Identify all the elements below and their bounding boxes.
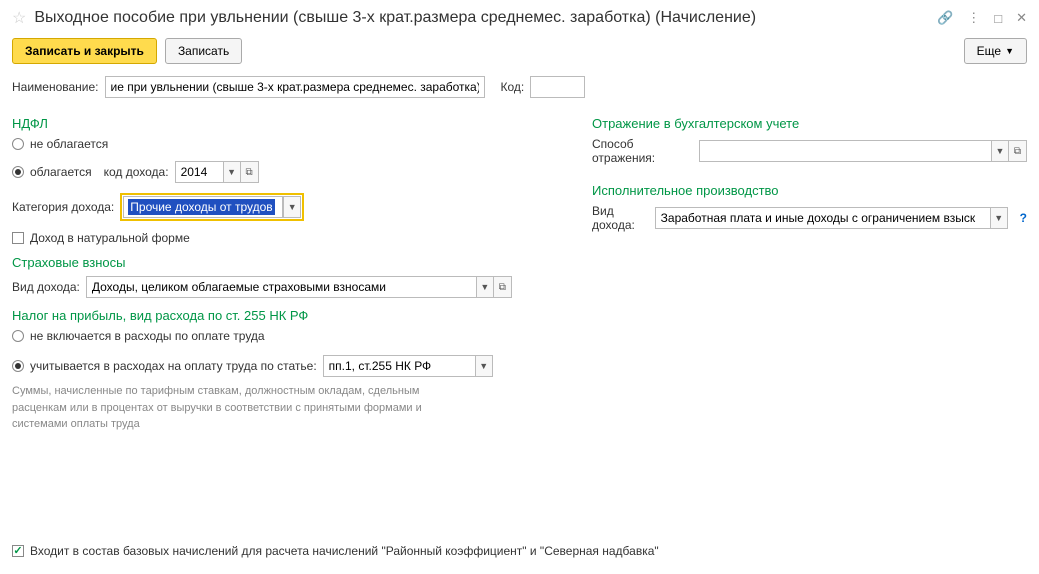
- more-label: Еще: [977, 44, 1001, 58]
- profit-excluded-label: не включается в расходы по оплате труда: [30, 329, 265, 343]
- accounting-method-dropdown[interactable]: ▼: [991, 140, 1009, 162]
- income-code-label: код дохода:: [104, 165, 169, 179]
- favorite-star-icon[interactable]: ☆: [12, 8, 26, 28]
- ndfl-tax-label: облагается: [30, 165, 92, 179]
- enforcement-type-input[interactable]: [655, 207, 990, 229]
- enforcement-type-dropdown[interactable]: ▼: [990, 207, 1008, 229]
- profit-included-row[interactable]: учитывается в расходах на оплату труда п…: [12, 355, 552, 377]
- insurance-type-input[interactable]: [86, 276, 476, 298]
- category-row: Категория дохода: Прочие доходы от трудо…: [12, 193, 552, 221]
- income-code-combo: ▼ ⧉: [175, 161, 259, 183]
- code-label: Код:: [501, 80, 525, 94]
- enforcement-type-combo: ▼: [655, 207, 1008, 229]
- ndfl-section-title: НДФЛ: [12, 116, 552, 131]
- category-combo: Прочие доходы от трудов ▼: [120, 193, 304, 221]
- enforcement-section-title: Исполнительное производство: [592, 183, 1027, 198]
- enforcement-type-label: Вид дохода:: [592, 204, 649, 232]
- name-input[interactable]: [105, 76, 485, 98]
- natural-form-label: Доход в натуральной форме: [30, 231, 190, 245]
- profit-included-label: учитывается в расходах на оплату труда п…: [30, 359, 317, 373]
- link-icon[interactable]: 🔗: [937, 10, 953, 26]
- category-dropdown[interactable]: ▼: [283, 196, 301, 218]
- code-input[interactable]: [530, 76, 585, 98]
- accounting-method-row: Способ отражения: ▼ ⧉: [592, 137, 1027, 165]
- save-close-button[interactable]: Записать и закрыть: [12, 38, 157, 64]
- radio-no-tax[interactable]: [12, 138, 24, 150]
- window: ☆ Выходное пособие при увльнении (свыше …: [0, 0, 1039, 574]
- main-columns: НДФЛ не облагается облагается код дохода…: [12, 106, 1027, 433]
- profit-tax-section-title: Налог на прибыль, вид расхода по ст. 255…: [12, 308, 552, 323]
- right-column: Отражение в бухгалтерском учете Способ о…: [592, 106, 1027, 433]
- radio-included[interactable]: [12, 360, 24, 372]
- menu-dots-icon[interactable]: ⋮: [967, 10, 980, 26]
- natural-form-checkbox[interactable]: [12, 232, 24, 244]
- profit-helptext: Суммы, начисленные по тарифным ставкам, …: [12, 383, 442, 433]
- insurance-type-dropdown[interactable]: ▼: [476, 276, 494, 298]
- titlebar-controls: 🔗 ⋮ □ ✕: [937, 10, 1027, 26]
- left-column: НДФЛ не облагается облагается код дохода…: [12, 106, 552, 433]
- income-code-open[interactable]: ⧉: [241, 161, 259, 183]
- profit-article-combo: ▼: [323, 355, 493, 377]
- category-input[interactable]: Прочие доходы от трудов: [123, 196, 283, 218]
- income-code-dropdown[interactable]: ▼: [223, 161, 241, 183]
- accounting-method-input[interactable]: [699, 140, 991, 162]
- ndfl-no-tax-label: не облагается: [30, 137, 108, 151]
- base-accrual-label: Входит в состав базовых начислений для р…: [30, 544, 659, 558]
- enforcement-type-row: Вид дохода: ▼ ?: [592, 204, 1027, 232]
- natural-form-row[interactable]: Доход в натуральной форме: [12, 231, 552, 245]
- accounting-section-title: Отражение в бухгалтерском учете: [592, 116, 1027, 131]
- name-label: Наименование:: [12, 80, 99, 94]
- income-code-input[interactable]: [175, 161, 223, 183]
- help-icon[interactable]: ?: [1020, 211, 1027, 225]
- titlebar: ☆ Выходное пособие при увльнении (свыше …: [12, 8, 1027, 28]
- insurance-type-open[interactable]: ⧉: [494, 276, 512, 298]
- chevron-down-icon: ▼: [1005, 46, 1014, 56]
- footer-row[interactable]: Входит в состав базовых начислений для р…: [12, 544, 659, 558]
- profit-article-input[interactable]: [323, 355, 475, 377]
- insurance-section-title: Страховые взносы: [12, 255, 552, 270]
- accounting-method-open[interactable]: ⧉: [1009, 140, 1027, 162]
- maximize-icon[interactable]: □: [994, 11, 1002, 26]
- accounting-method-combo: ▼ ⧉: [699, 140, 1027, 162]
- ndfl-no-tax-row[interactable]: не облагается: [12, 137, 552, 151]
- radio-excluded[interactable]: [12, 330, 24, 342]
- category-label: Категория дохода:: [12, 200, 114, 214]
- category-value: Прочие доходы от трудов: [128, 199, 274, 215]
- window-title: Выходное пособие при увльнении (свыше 3-…: [34, 9, 929, 27]
- insurance-type-row: Вид дохода: ▼ ⧉: [12, 276, 552, 298]
- more-button[interactable]: Еще ▼: [964, 38, 1027, 64]
- base-accrual-checkbox[interactable]: [12, 545, 24, 557]
- ndfl-tax-row[interactable]: облагается код дохода: ▼ ⧉: [12, 161, 552, 183]
- toolbar: Записать и закрыть Записать Еще ▼: [12, 38, 1027, 64]
- save-button[interactable]: Записать: [165, 38, 242, 64]
- insurance-type-label: Вид дохода:: [12, 280, 80, 294]
- name-row: Наименование: Код:: [12, 76, 1027, 98]
- profit-article-dropdown[interactable]: ▼: [475, 355, 493, 377]
- accounting-method-label: Способ отражения:: [592, 137, 693, 165]
- insurance-type-combo: ▼ ⧉: [86, 276, 512, 298]
- profit-excluded-row[interactable]: не включается в расходы по оплате труда: [12, 329, 552, 343]
- radio-tax[interactable]: [12, 166, 24, 178]
- close-icon[interactable]: ✕: [1016, 10, 1027, 26]
